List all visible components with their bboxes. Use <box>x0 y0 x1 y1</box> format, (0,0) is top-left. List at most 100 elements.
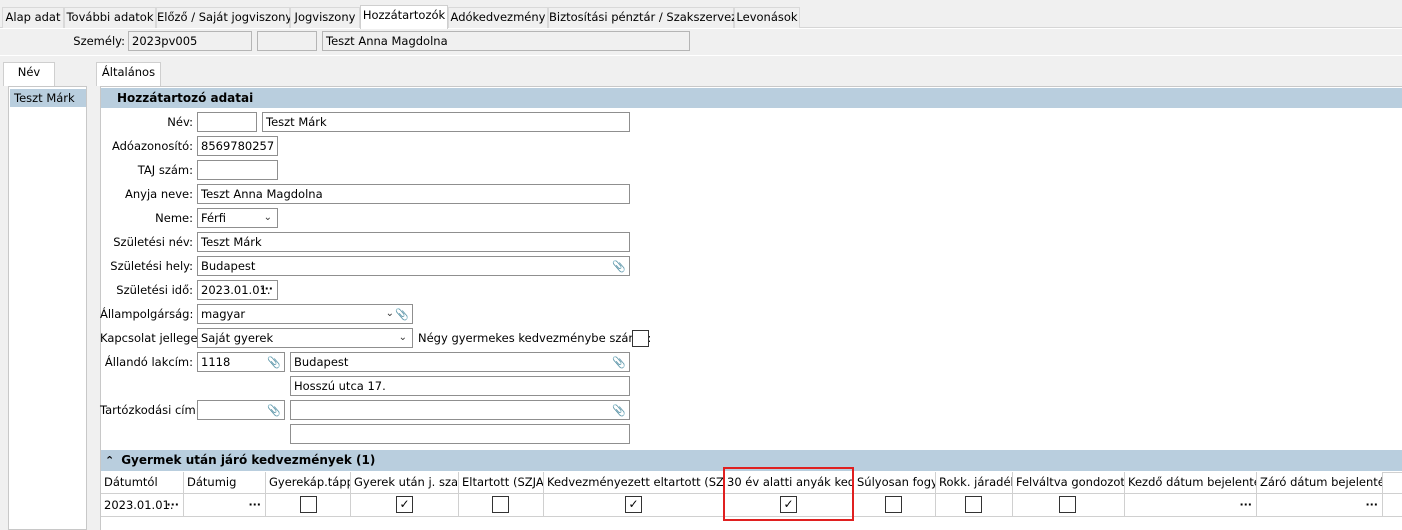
highlight-box <box>723 467 854 521</box>
col-header-rokk[interactable]: Rokk. járadék <box>936 472 1013 493</box>
ellipsis-icon[interactable]: ··· <box>1239 494 1252 516</box>
adoazonosito-label: Adóazonosító: <box>111 139 193 153</box>
cell-sulyosan <box>854 494 936 516</box>
allampolgarsag-select[interactable]: magyar ⌄ 📎 <box>197 304 413 324</box>
negy-gyermek-checkbox[interactable] <box>632 330 649 347</box>
nev-label: Név: <box>167 115 193 129</box>
col-header-zaro[interactable]: Záró dátum bejelentés <box>1257 472 1383 493</box>
tab-nev[interactable]: Név <box>3 62 55 86</box>
adoazonosito-input[interactable]: 8569780257 <box>197 136 278 156</box>
anyja-neve-label: Anyja neve: <box>125 187 193 201</box>
szuletesi-hely-value: Budapest <box>201 259 256 273</box>
chevron-up-icon[interactable]: ⌃ <box>105 451 117 471</box>
main-tab-bar: Alap adat További adatok Előző / Saját j… <box>0 0 1402 29</box>
kapcsolat-jellege-select[interactable]: Saját gyerek ⌄ <box>197 328 413 348</box>
szuletesi-hely-input[interactable]: Budapest 📎 <box>197 256 630 276</box>
szuletesi-ido-input[interactable]: 2023.01.01. ··· <box>197 280 278 300</box>
ellipsis-icon[interactable]: ··· <box>1365 494 1378 516</box>
col-header-kezdo[interactable]: Kezdő dátum bejelentés <box>1125 472 1257 493</box>
szuletesi-nev-input[interactable]: Teszt Márk <box>197 232 630 252</box>
cell-felvaltva <box>1013 494 1125 516</box>
anyja-neve-input[interactable]: Teszt Anna Magdolna <box>197 184 630 204</box>
person-name-field[interactable]: Teszt Anna Magdolna <box>322 31 690 51</box>
tab-biztositasi-penztar[interactable]: Biztosítási pénztár / Szakszervezet <box>548 7 749 28</box>
section-title-hozzatartozo: Hozzátartozó adatai <box>101 88 1402 108</box>
tab-alap-adat[interactable]: Alap adat <box>2 7 64 28</box>
paperclip-icon[interactable]: 📎 <box>267 402 281 419</box>
tartozkodasi-street-input[interactable] <box>290 424 630 444</box>
list-item[interactable]: Teszt Márk <box>10 89 86 107</box>
cell-kezdo[interactable]: ··· <box>1125 494 1257 516</box>
rokk-checkbox[interactable] <box>965 496 982 513</box>
tartozkodasi-city-input[interactable]: 📎 <box>290 400 630 420</box>
negy-gyermek-label: Négy gyermekes kedvezménybe számít: <box>418 331 652 345</box>
kapcsolat-jellege-value: Saját gyerek <box>201 331 274 345</box>
tab-jogviszony[interactable]: Jogviszony <box>290 7 360 28</box>
chevron-down-icon[interactable]: ⌄ <box>399 329 407 347</box>
col-header-sulyosan[interactable]: Súlyosan fogy. <box>854 472 936 493</box>
gyerekap-checkbox[interactable] <box>300 496 317 513</box>
neme-value: Férfi <box>201 211 227 225</box>
cell-datumtol[interactable]: 2023.01.01. ··· <box>101 494 184 516</box>
cell-eltartott <box>459 494 544 516</box>
cell-kedv-eltartott: ✓ <box>544 494 724 516</box>
ellipsis-icon[interactable]: ··· <box>248 494 261 516</box>
person-id-field[interactable]: 2023pv005 <box>128 31 252 51</box>
kedv-eltartott-checkbox[interactable]: ✓ <box>625 496 642 513</box>
ellipsis-icon[interactable]: ··· <box>260 281 273 298</box>
neme-select[interactable]: Férfi ⌄ <box>197 208 278 228</box>
felvaltva-checkbox[interactable] <box>1059 496 1076 513</box>
ellipsis-icon[interactable]: ··· <box>166 494 179 516</box>
kapcsolat-jellege-label: Kapcsolat jellege: <box>100 331 202 345</box>
col-header-felvaltva[interactable]: Felváltva gondozott <box>1013 472 1125 493</box>
col-header-gyerekap[interactable]: Gyerekáp.tápp. <box>266 472 351 493</box>
paperclip-icon[interactable]: 📎 <box>612 402 626 419</box>
col-header-kedv-eltartott[interactable]: Kedvezményezett eltartott (SZJA) <box>544 472 724 493</box>
col-header-eltartott[interactable]: Eltartott (SZJA) <box>459 472 544 493</box>
benefits-title: Gyermek után járó kedvezmények (1) <box>121 453 376 467</box>
paperclip-icon[interactable]: 📎 <box>612 354 626 371</box>
allando-zip-value: 1118 <box>201 355 231 369</box>
col-header-datumig[interactable]: Dátumig <box>184 472 266 493</box>
sulyosan-checkbox[interactable] <box>885 496 902 513</box>
szuletesi-ido-label: Születési idő: <box>116 283 193 297</box>
allampolgarsag-label: Állampolgárság: <box>100 307 194 321</box>
tab-hozzatartozok[interactable]: Hozzátartozók <box>360 5 448 29</box>
nev-prefix-input[interactable] <box>197 112 257 132</box>
nev-input[interactable]: Teszt Márk <box>262 112 630 132</box>
allando-city-value: Budapest <box>294 355 349 369</box>
person-list <box>8 86 87 530</box>
paperclip-icon[interactable]: 📎 <box>612 258 626 275</box>
cell-gyerek-szab: ✓ <box>351 494 459 516</box>
paperclip-icon[interactable]: 📎 <box>395 306 409 323</box>
person-label: Személy: <box>73 34 125 48</box>
gyerek-szab-checkbox[interactable]: ✓ <box>396 496 413 513</box>
chevron-down-icon[interactable]: ⌄ <box>264 209 272 227</box>
allampolgarsag-value: magyar <box>201 307 246 321</box>
allando-city-input[interactable]: Budapest 📎 <box>290 352 630 372</box>
tab-tovabbi-adatok[interactable]: További adatok <box>64 7 156 28</box>
cell-rokk <box>936 494 1013 516</box>
allando-lakcim-label: Állandó lakcím: <box>104 355 193 369</box>
taj-input[interactable] <box>197 160 278 180</box>
szuletesi-hely-label: Születési hely: <box>110 259 193 273</box>
paperclip-icon[interactable]: 📎 <box>267 354 281 371</box>
person-code-field[interactable] <box>257 31 317 51</box>
eltartott-checkbox[interactable] <box>492 496 509 513</box>
szuletesi-nev-label: Születési név: <box>113 235 193 249</box>
tartozkodasi-zip-input[interactable]: 📎 <box>197 400 285 420</box>
tab-altalanos[interactable]: Általános <box>96 62 161 86</box>
allando-zip-input[interactable]: 1118 📎 <box>197 352 285 372</box>
chevron-down-icon[interactable]: ⌄ <box>386 305 394 323</box>
tab-adokedvezmeny[interactable]: Adókedvezmény <box>448 7 548 28</box>
tab-elozo-jogviszony[interactable]: Előző / Saját jogviszony <box>156 7 292 28</box>
col-header-datumtol[interactable]: Dátumtól <box>101 472 184 493</box>
cell-datumtol-value: 2023.01.01. <box>104 498 174 512</box>
tab-levonasok[interactable]: Levonások <box>734 7 800 28</box>
neme-label: Neme: <box>155 211 193 225</box>
cell-datumig[interactable]: ··· <box>184 494 266 516</box>
allando-street-input[interactable]: Hosszú utca 17. <box>290 376 630 396</box>
taj-label: TAJ szám: <box>137 163 193 177</box>
col-header-gyerek-szab[interactable]: Gyerek után j. szab. <box>351 472 459 493</box>
cell-zaro[interactable]: ··· <box>1257 494 1383 516</box>
